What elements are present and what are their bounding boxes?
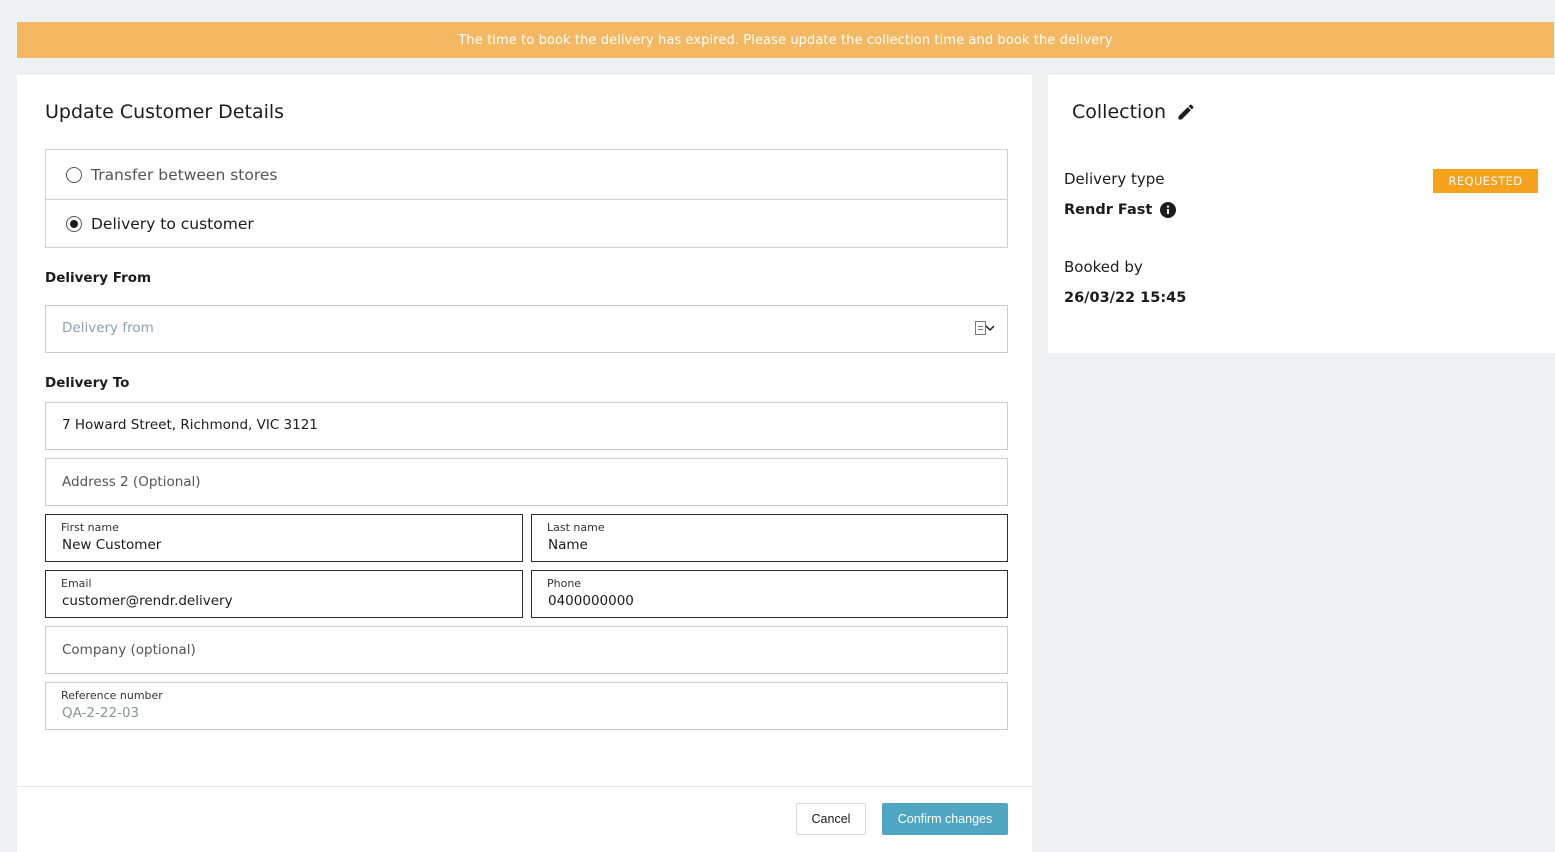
collection-title: Collection xyxy=(1072,101,1166,123)
delivery-to-label: Delivery To xyxy=(45,375,130,391)
option-transfer-between-stores[interactable]: Transfer between stores xyxy=(46,150,1007,199)
address-line1-value: 7 Howard Street, Richmond, VIC 3121 xyxy=(62,417,318,433)
reference-number-value: QA-2-22-03 xyxy=(62,705,140,721)
booked-by-value: 26/03/22 15:45 xyxy=(1064,290,1187,306)
company-field[interactable]: Company (optional) xyxy=(45,626,1008,674)
email-value: customer@rendr.delivery xyxy=(62,593,233,609)
first-name-value: New Customer xyxy=(62,537,162,553)
company-placeholder: Company (optional) xyxy=(62,642,196,658)
delivery-option-group: Transfer between stores Delivery to cust… xyxy=(45,149,1008,248)
radio-checked-icon[interactable] xyxy=(66,216,82,232)
last-name-label: Last name xyxy=(547,521,605,534)
phone-label: Phone xyxy=(547,577,582,590)
delivery-from-select[interactable]: Delivery from xyxy=(45,305,1008,353)
footer-divider xyxy=(17,786,1032,787)
address-line1-field[interactable]: 7 Howard Street, Richmond, VIC 3121 xyxy=(45,402,1008,450)
radio-unchecked-icon[interactable] xyxy=(66,166,82,183)
update-customer-details-panel: Update Customer Details Transfer between… xyxy=(17,75,1032,852)
confirm-changes-button[interactable]: Confirm changes xyxy=(882,803,1008,835)
expired-warning-banner: The time to book the delivery has expire… xyxy=(17,22,1554,58)
document-icon xyxy=(975,321,986,335)
option-label: Transfer between stores xyxy=(91,165,278,184)
address-line2-placeholder: Address 2 (Optional) xyxy=(62,474,201,490)
delivery-type-value: Rendr Fast xyxy=(1064,202,1153,218)
info-icon[interactable] xyxy=(1160,202,1177,218)
address-line2-field[interactable]: Address 2 (Optional) xyxy=(45,458,1008,506)
last-name-field[interactable]: Last name Name xyxy=(531,514,1008,562)
pencil-icon[interactable] xyxy=(1176,102,1196,122)
status-badge: REQUESTED xyxy=(1433,169,1538,193)
page-title: Update Customer Details xyxy=(45,101,285,123)
banner-message: The time to book the delivery has expire… xyxy=(458,32,1113,48)
cancel-button[interactable]: Cancel xyxy=(796,803,866,835)
phone-field[interactable]: Phone 0400000000 xyxy=(531,570,1008,618)
collection-panel: Collection Delivery type REQUESTED Rendr… xyxy=(1048,75,1555,353)
option-delivery-to-customer[interactable]: Delivery to customer xyxy=(46,199,1007,248)
delivery-type-value-row: Rendr Fast xyxy=(1064,202,1177,218)
reference-number-label: Reference number xyxy=(61,689,163,702)
select-icons xyxy=(975,321,995,335)
delivery-from-placeholder: Delivery from xyxy=(62,320,154,336)
chevron-down-icon xyxy=(985,325,995,332)
option-label: Delivery to customer xyxy=(91,215,254,233)
email-field[interactable]: Email customer@rendr.delivery xyxy=(45,570,523,618)
last-name-value: Name xyxy=(548,537,588,553)
first-name-field[interactable]: First name New Customer xyxy=(45,514,523,562)
delivery-type-label: Delivery type xyxy=(1064,170,1165,188)
email-label: Email xyxy=(61,577,92,590)
phone-value: 0400000000 xyxy=(548,593,634,609)
collection-header: Collection xyxy=(1072,101,1196,123)
booked-by-label: Booked by xyxy=(1064,258,1143,276)
delivery-from-label: Delivery From xyxy=(45,270,152,286)
first-name-label: First name xyxy=(61,521,119,534)
reference-number-field[interactable]: Reference number QA-2-22-03 xyxy=(45,682,1008,730)
